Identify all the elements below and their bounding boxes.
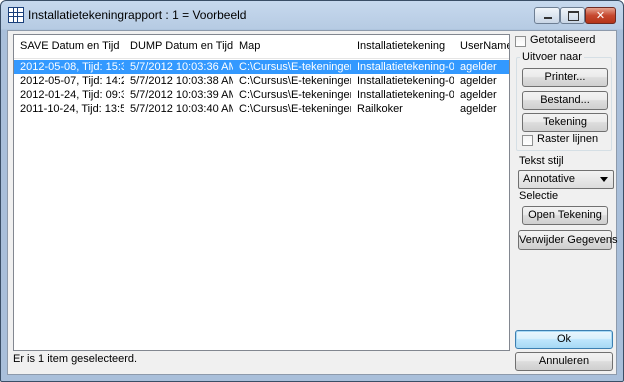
table-row[interactable]: 2011-10-24, Tijd: 13:53... 5/7/2012 10:0…: [14, 102, 509, 116]
column-header-drawing[interactable]: Installatietekening: [351, 35, 454, 58]
list-header: SAVE Datum en Tijd DUMP Datum en Tijd Ma…: [14, 35, 509, 59]
dialog-client-area: SAVE Datum en Tijd DUMP Datum en Tijd Ma…: [7, 30, 617, 375]
cell-save-date: 2011-10-24, Tijd: 13:53...: [20, 103, 124, 115]
column-header-folder[interactable]: Map: [233, 35, 351, 58]
open-drawing-button[interactable]: Open Tekening: [522, 206, 608, 225]
minimize-button[interactable]: [534, 7, 560, 24]
report-list[interactable]: SAVE Datum en Tijd DUMP Datum en Tijd Ma…: [13, 34, 510, 351]
text-style-select[interactable]: Annotative: [518, 170, 614, 189]
cell-username: agelder: [460, 89, 497, 101]
grid-lines-label[interactable]: Raster lijnen: [537, 133, 598, 145]
cell-folder: C:\Cursus\E-tekeningen\: [239, 89, 351, 101]
ok-button[interactable]: Ok: [515, 330, 613, 349]
close-button[interactable]: ✕: [585, 7, 616, 24]
cell-save-date: 2012-05-08, Tijd: 15:33...: [20, 61, 124, 73]
cell-username: agelder: [460, 75, 497, 87]
cell-dump-date: 5/7/2012 10:03:36 AM: [130, 61, 233, 73]
table-row[interactable]: 2012-01-24, Tijd: 09:37... 5/7/2012 10:0…: [14, 88, 509, 102]
drawing-button[interactable]: Tekening: [522, 113, 608, 132]
column-header-dump-date[interactable]: DUMP Datum en Tijd: [124, 35, 233, 58]
grid-lines-checkbox[interactable]: [522, 135, 533, 146]
cell-folder: C:\Cursus\E-tekeningen\: [239, 103, 351, 115]
dropdown-arrow-icon: [600, 177, 608, 182]
table-row[interactable]: 2012-05-08, Tijd: 15:33... 5/7/2012 10:0…: [14, 60, 509, 74]
cell-drawing: Railkoker: [357, 103, 403, 115]
totalized-checkbox[interactable]: [515, 36, 526, 47]
cell-drawing: Installatietekening-02: [357, 89, 454, 101]
text-style-label: Tekst stijl: [519, 155, 564, 167]
cell-dump-date: 5/7/2012 10:03:39 AM: [130, 89, 233, 101]
selection-label: Selectie: [519, 190, 559, 202]
app-grid-icon: [8, 7, 24, 23]
window-title: Installatietekeningrapport : 1 = Voorbee…: [28, 8, 247, 22]
status-text: Er is 1 item geselecteerd.: [13, 353, 138, 365]
text-style-value: Annotative: [523, 173, 575, 185]
cancel-button[interactable]: Annuleren: [515, 352, 613, 371]
file-button[interactable]: Bestand...: [522, 91, 608, 110]
printer-button[interactable]: Printer...: [522, 68, 608, 87]
dialog-window: Installatietekeningrapport : 1 = Voorbee…: [0, 0, 624, 382]
cell-drawing: Installatietekening-00: [357, 61, 454, 73]
totalized-label[interactable]: Getotaliseerd: [530, 34, 595, 46]
cell-username: agelder: [460, 103, 497, 115]
table-row[interactable]: 2012-05-07, Tijd: 14:28... 5/7/2012 10:0…: [14, 74, 509, 88]
cell-folder: C:\Cursus\E-tekeningen\: [239, 75, 351, 87]
cell-save-date: 2012-01-24, Tijd: 09:37...: [20, 89, 124, 101]
cell-dump-date: 5/7/2012 10:03:38 AM: [130, 75, 233, 87]
maximize-icon: [561, 8, 584, 23]
cell-save-date: 2012-05-07, Tijd: 14:28...: [20, 75, 124, 87]
column-header-username[interactable]: UserName: [454, 35, 509, 58]
title-bar[interactable]: Installatietekeningrapport : 1 = Voorbee…: [1, 1, 623, 29]
remove-data-button[interactable]: Verwijder Gegevens: [518, 230, 617, 250]
cell-username: agelder: [460, 61, 497, 73]
cell-dump-date: 5/7/2012 10:03:40 AM: [130, 103, 233, 115]
minimize-icon: [535, 8, 559, 23]
close-icon: ✕: [595, 9, 606, 22]
cell-drawing: Installatietekening-01: [357, 75, 454, 87]
column-header-save-date[interactable]: SAVE Datum en Tijd: [14, 35, 124, 58]
output-group-label: Uitvoer naar: [520, 51, 584, 63]
maximize-button[interactable]: [560, 7, 585, 24]
options-panel: Getotaliseerd Uitvoer naar Printer... Be…: [513, 31, 617, 371]
cell-folder: C:\Cursus\E-tekeningen\: [239, 61, 351, 73]
